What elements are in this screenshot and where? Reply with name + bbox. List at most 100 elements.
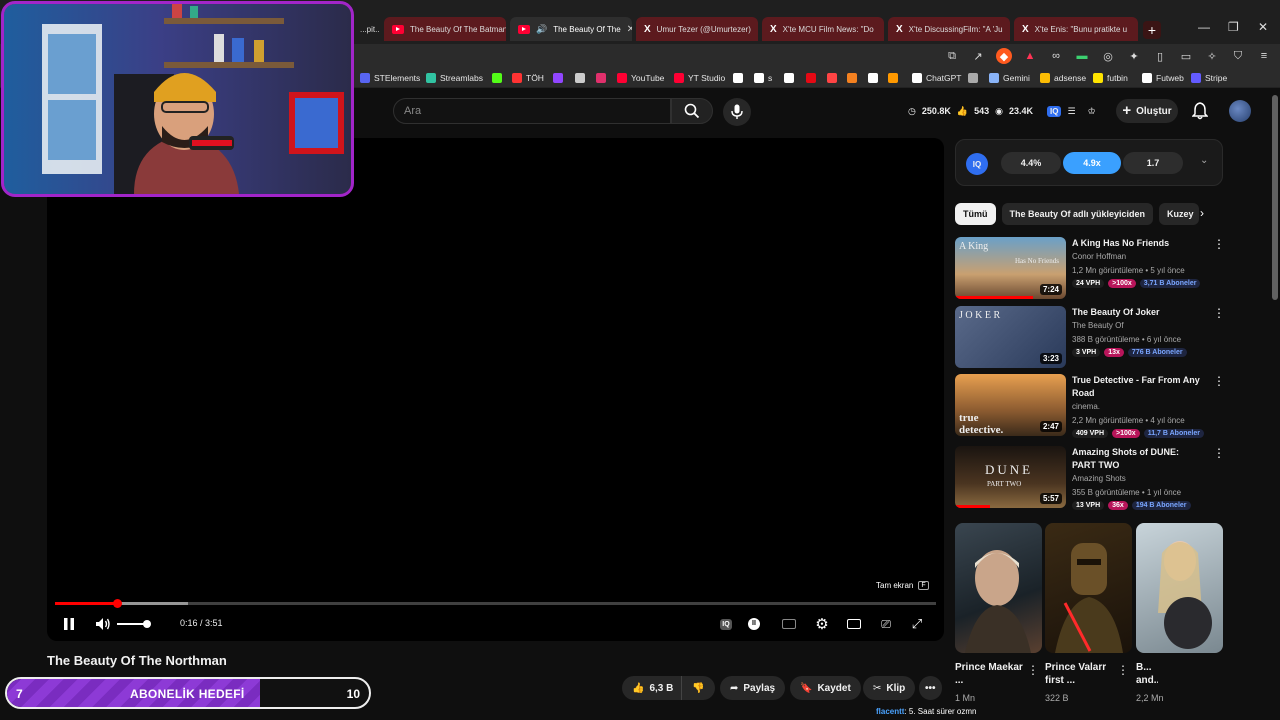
tab[interactable]: X Umur Tezer (@Umurtezer) [636,17,758,41]
recommendation-title[interactable]: Amazing Shots of DUNE: PART TWO [1072,446,1202,472]
video-thumbnail[interactable]: A King Has No Friends 7:24 [955,237,1066,299]
battery-icon[interactable]: ▬ [1074,48,1090,64]
volume-knob[interactable] [143,620,151,628]
wallet-icon[interactable]: ▭ [1178,48,1194,64]
channel-name[interactable]: Amazing Shots [1072,474,1126,483]
search-button[interactable] [671,98,713,124]
bookmark-item[interactable]: YT Studio [674,73,725,83]
bookmark-item[interactable]: Streamlabs [426,73,483,83]
bookmark-item[interactable]: ChatGPT [912,73,961,83]
vidiq-score-1[interactable]: 4.4% [1001,152,1061,174]
short-thumbnail[interactable] [955,523,1042,653]
close-tab-icon[interactable]: ✕ [627,24,632,35]
tab-active[interactable]: 🔊 The Beauty Of The ✕ [510,17,632,41]
bookmark-item[interactable]: TÖH [512,73,544,83]
video-player[interactable] [47,138,944,641]
mute-button[interactable] [93,613,113,635]
autoplay-toggle[interactable]: II [746,613,762,635]
close-window-button[interactable]: ✕ [1258,20,1268,34]
volume-slider[interactable] [117,620,151,628]
recommendation-card[interactable]: true detective. 2:47 True Detective - Far F… [955,374,1225,438]
scrubber-handle[interactable] [112,599,122,608]
bookmark-item[interactable]: adsense [1040,73,1086,83]
short-title[interactable]: Prince Maekar ... [955,661,1025,687]
recommendation-card[interactable]: DUNE PART TWO 5:57 Amazing Shots of DUNE: P… [955,446,1225,510]
vidiq-player-button[interactable]: IQ [718,613,734,635]
recommendation-card[interactable]: J O K E R 3:23 The Beauty Of Joker The Beau… [955,306,1225,370]
create-button[interactable]: + Oluştur [1116,99,1178,123]
rewards-icon[interactable]: ▲ [1022,48,1038,64]
chevron-down-icon[interactable]: ⌄ [1200,155,1208,166]
fullscreen-button[interactable]: ⤢ [908,613,926,635]
open-external-icon[interactable]: ⧉ [944,48,960,64]
short-title[interactable]: Prince Valarr first ... [1045,661,1115,687]
bookmark-item[interactable] [827,73,837,83]
vidiq-score-3[interactable]: 1.7 [1123,152,1183,174]
avatar[interactable] [1229,100,1251,122]
pause-button[interactable] [59,613,79,635]
video-thumbnail[interactable]: J O K E R 3:23 [955,306,1066,368]
short-title[interactable]: B... and... [1136,661,1158,687]
bookmark-item[interactable] [553,73,563,83]
video-thumbnail[interactable]: DUNE PART TWO 5:57 [955,446,1066,508]
tab[interactable]: X X'te DiscussingFilm: "A 'Ju [888,17,1010,41]
short-thumbnail[interactable] [1045,523,1132,653]
channel-name[interactable]: cinema. [1072,402,1100,411]
short-thumbnail[interactable] [1136,523,1223,653]
vpn-icon[interactable]: ∞ [1048,48,1064,64]
chip-all[interactable]: Tümü [955,203,996,225]
bell-icon[interactable] [1192,102,1208,120]
bookmark-item[interactable] [888,73,898,83]
miniplayer-button[interactable] [845,613,863,635]
bookmark-item[interactable]: YouTube [617,73,664,83]
menu-icon[interactable]: ≡ [1256,48,1272,64]
bookmark-item[interactable] [492,73,502,83]
kebab-icon[interactable]: ⋮ [1213,446,1225,460]
brave-shield-icon[interactable]: ◆ [996,48,1012,64]
bookmark-item[interactable] [575,73,585,83]
new-tab-button[interactable]: + [1143,21,1161,39]
bookmark-item[interactable] [868,73,878,83]
puzzle-icon[interactable]: ✦ [1126,48,1142,64]
maximize-button[interactable]: ❐ [1228,20,1239,34]
kebab-icon[interactable]: ⋮ [1027,663,1039,677]
progress-bar[interactable] [55,599,936,608]
clip-button[interactable]: ✂ Klip [863,676,916,700]
tab[interactable]: X X'te MCU Film News: "Do [762,17,884,41]
tab[interactable]: The Beauty Of The Batman [384,17,506,41]
bookmark-item[interactable]: futbin [1093,73,1128,83]
channel-name[interactable]: Conor Hoffman [1072,252,1126,261]
dislike-button[interactable]: 👎 [681,676,715,700]
bookmark-item[interactable]: STElements [360,73,420,83]
share-button[interactable]: ➦ Paylaş [720,676,786,700]
search-input[interactable]: Ara [393,98,671,124]
chip-kuzey[interactable]: Kuzey [1159,203,1200,225]
tab[interactable]: ...pit... [352,17,380,41]
recommendation-title[interactable]: True Detective - Far From Any Road [1072,374,1202,400]
voice-search-button[interactable] [723,98,751,126]
kebab-icon[interactable]: ⋮ [1213,306,1225,320]
bookmark-item[interactable] [596,73,606,83]
trophy-icon[interactable]: ♔ [1088,106,1096,117]
bookmark-item[interactable]: s [754,73,772,83]
kebab-icon[interactable]: ⋮ [1213,374,1225,388]
shield-icon[interactable]: ⛉ [1230,48,1246,64]
recommendation-card[interactable]: A King Has No Friends 7:24 A King Has No Fr… [955,237,1225,301]
save-button[interactable]: 🔖 Kaydet [790,676,861,700]
kebab-icon[interactable]: ⋮ [1213,237,1225,251]
like-button[interactable]: 👍 6,3 B [622,676,682,700]
video-thumbnail[interactable]: true detective. 2:47 [955,374,1066,436]
bookmark-item[interactable] [733,73,743,83]
more-actions-button[interactable]: ••• [919,676,942,700]
subtitles-button[interactable] [781,613,797,635]
cast-button[interactable]: ⎚ [877,613,895,635]
share-icon[interactable]: ↗ [970,48,986,64]
sidebar-icon[interactable]: ▯ [1152,48,1168,64]
tab[interactable]: X X'te Enis: "Bunu pratikte u [1014,17,1138,41]
vidiq-icon[interactable]: IQ [1047,105,1062,117]
chevron-right-icon[interactable]: › [1200,206,1204,220]
bookmark-item[interactable]: Gemini [989,73,1030,83]
page-scrollbar[interactable] [1272,95,1278,705]
extension-icon[interactable]: ◎ [1100,48,1116,64]
recommendation-title[interactable]: A King Has No Friends [1072,237,1202,250]
